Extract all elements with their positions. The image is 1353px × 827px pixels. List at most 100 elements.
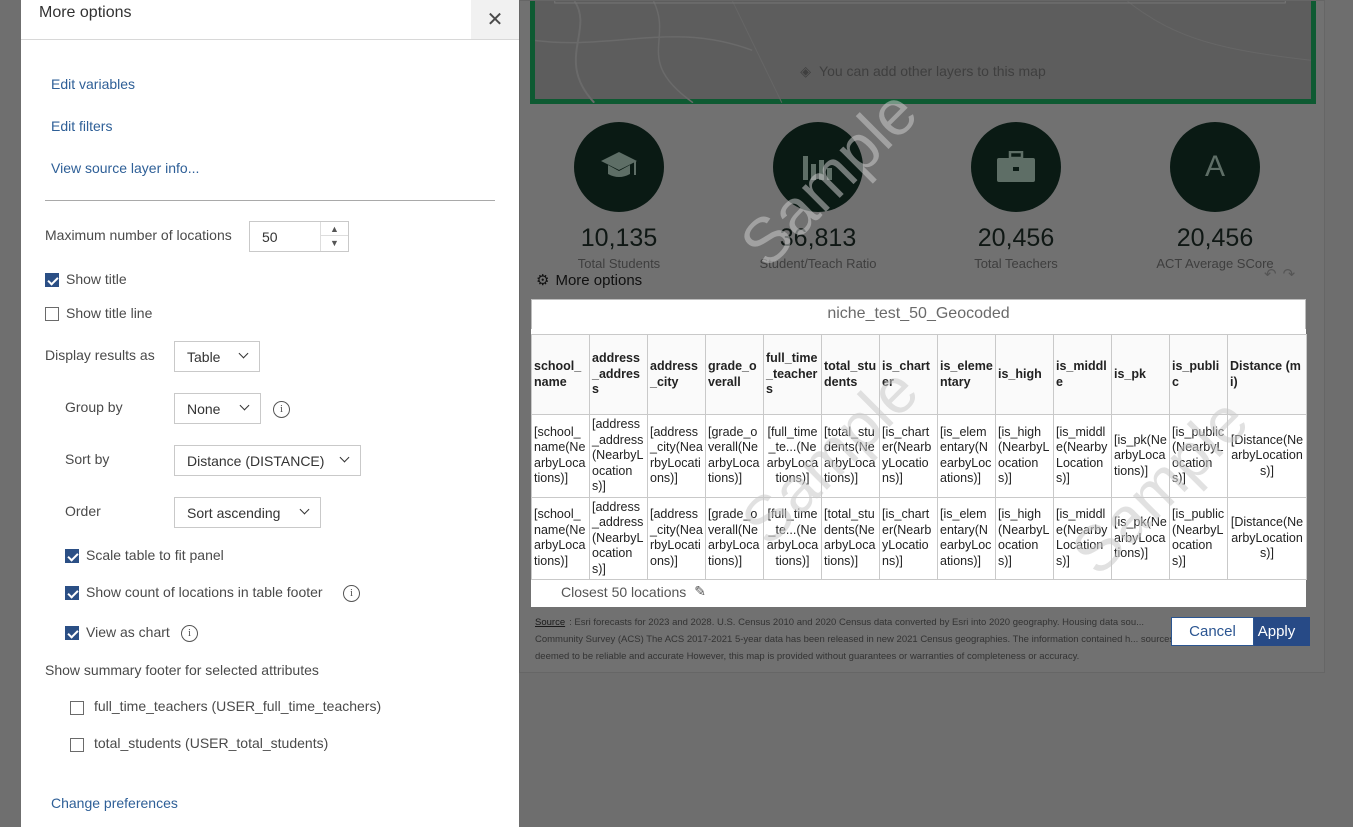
table-header-cell: grade_overall <box>705 334 764 415</box>
max-locations-value: 50 <box>262 229 278 245</box>
stat-label: Student/Teach Ratio <box>759 256 877 271</box>
table-cell: [is_charter(NearbyLocations)] <box>879 414 938 498</box>
show-title-label: Show title <box>66 271 127 287</box>
redo-icon[interactable]: ↷ <box>1283 266 1302 283</box>
summary-attr-checkbox[interactable] <box>70 701 84 715</box>
change-preferences-link[interactable]: Change preferences <box>51 795 178 811</box>
stat-total-teachers: 20,456 Total Teachers <box>941 122 1091 271</box>
show-title-line-label: Show title line <box>66 305 153 321</box>
stat-act-average: A 20,456 ACT Average SCore <box>1140 122 1290 271</box>
source-note: Source: Esri forecasts for 2023 and 2028… <box>535 614 1175 665</box>
stat-student-teach-ratio: 36,813 Student/Teach Ratio <box>743 122 893 271</box>
summary-attr-checkbox[interactable] <box>70 738 84 752</box>
show-title-line-checkbox[interactable] <box>45 307 59 321</box>
table-cell: [is_high(NearbyLocations)] <box>995 414 1054 498</box>
sort-by-select[interactable]: Distance (DISTANCE) <box>174 445 361 476</box>
display-results-value: Table <box>187 348 221 365</box>
table-header-cell: is_high <box>995 334 1054 415</box>
table-header-cell: is_public <box>1169 334 1228 415</box>
chevron-down-icon <box>239 400 250 411</box>
table-cell: [is_high(NearbyLocations)] <box>995 496 1054 580</box>
display-results-select[interactable]: Table <box>174 341 260 372</box>
view-source-link[interactable]: View source layer info... <box>51 160 199 176</box>
table-footer: Closest 50 locations ✎ <box>561 583 706 600</box>
table-row: [school_name(NearbyLocations)] [address_a… <box>531 496 1307 580</box>
footer-count: Closest 50 locations <box>561 583 687 600</box>
table-header-cell: is_elementary <box>937 334 996 415</box>
scale-table-label: Scale table to fit panel <box>86 547 224 563</box>
table-title: niche_test_50_Geocoded <box>531 299 1306 329</box>
gear-icon: ⚙ <box>536 272 550 289</box>
max-locations-input[interactable]: 50 ▲ ▼ <box>249 221 349 252</box>
order-select[interactable]: Sort ascending <box>174 497 321 528</box>
table-cell: [is_middle(NearbyLocations)] <box>1053 414 1112 498</box>
order-value: Sort ascending <box>187 504 281 521</box>
summary-attr-label: total_students (USER_total_students) <box>94 735 329 751</box>
scale-table-checkbox[interactable] <box>65 549 79 563</box>
table-header-cell: total_students <box>821 334 880 415</box>
display-results-label: Display results as <box>45 347 155 363</box>
table-row: [school_name(NearbyLocations)] [address_a… <box>531 414 1307 498</box>
stat-total-students: 10,135 Total Students <box>544 122 694 271</box>
chevron-up-icon[interactable]: ▲ <box>321 222 348 236</box>
data-table: school_name address_address address_city gr… <box>531 334 1307 580</box>
table-cell: [grade_overall(NearbyLocations)] <box>705 496 764 580</box>
edit-variables-link[interactable]: Edit variables <box>51 76 135 92</box>
divider <box>45 200 495 201</box>
show-title-checkbox[interactable] <box>45 273 59 287</box>
chevron-down-icon <box>238 348 249 359</box>
table-header-cell: full_time_teachers <box>763 334 822 415</box>
info-icon[interactable]: i <box>273 401 290 418</box>
layers-icon: ◈ <box>800 63 812 79</box>
info-icon[interactable]: i <box>181 625 198 642</box>
source-text: : Esri forecasts for 2023 and 2028. U.S.… <box>535 617 1175 662</box>
table-header-cell: Distance (mi) <box>1227 334 1307 415</box>
table-header-cell: address_address <box>589 334 648 415</box>
pencil-icon[interactable]: ✎ <box>694 583 706 600</box>
source-link[interactable]: Source <box>535 617 565 628</box>
table-cell: [is_pk(NearbyLocations)] <box>1111 414 1170 498</box>
edit-filters-link[interactable]: Edit filters <box>51 118 112 134</box>
map-area[interactable]: ◈ You can add other layers to this map <box>530 1 1316 104</box>
briefcase-icon <box>971 122 1061 212</box>
group-by-select[interactable]: None <box>174 393 261 424</box>
table-cell: [is_elementary(NearbyLocations)] <box>937 414 996 498</box>
stat-value: 20,456 <box>977 224 1055 252</box>
view-chart-checkbox[interactable] <box>65 626 79 640</box>
map-streets <box>535 1 1311 103</box>
undo-redo: ↶↷ <box>1264 265 1301 283</box>
summary-attr-label: full_time_teachers (USER_full_time_teach… <box>94 698 382 714</box>
order-label: Order <box>65 503 101 519</box>
group-by-label: Group by <box>65 399 123 415</box>
report-card: ◈ You can add other layers to this map 10… <box>519 0 1325 673</box>
stat-value: 10,135 <box>580 224 658 252</box>
table-cell: [address_address(NearbyLocations)] <box>589 414 648 498</box>
letter-a-icon: A <box>1170 122 1260 212</box>
show-count-checkbox[interactable] <box>65 586 79 600</box>
graduation-cap-icon <box>574 122 664 212</box>
number-stepper[interactable]: ▲ ▼ <box>320 222 348 251</box>
report-canvas: ◈ You can add other layers to this map 10… <box>519 0 1353 827</box>
chevron-down-icon <box>299 504 310 515</box>
group-by-value: None <box>187 400 221 417</box>
undo-icon[interactable]: ↶ <box>1264 266 1283 283</box>
summary-footer-label: Show summary footer for selected attribu… <box>45 662 319 678</box>
view-chart-label: View as chart <box>86 624 170 640</box>
table-cell: [is_pk(NearbyLocations)] <box>1111 496 1170 580</box>
panel-title: More options <box>39 4 132 21</box>
chevron-down-icon <box>339 452 350 463</box>
table-cell: [Distance(NearbyLocations)] <box>1227 414 1307 498</box>
close-icon: ✕ <box>486 9 504 31</box>
chevron-down-icon[interactable]: ▼ <box>321 236 348 250</box>
info-icon[interactable]: i <box>343 585 360 602</box>
map-hint: ◈ You can add other layers to this map <box>535 63 1311 80</box>
table-panel: niche_test_50_Geocoded school_name addres… <box>531 299 1307 607</box>
close-button[interactable]: ✕ <box>471 0 519 39</box>
table-cell: [address_city(NearbyLocations)] <box>647 414 706 498</box>
more-options-panel: More options ✕ Edit variables Edit filte… <box>21 0 519 827</box>
more-options-trigger[interactable]: ⚙ More options <box>536 271 642 290</box>
cancel-button[interactable]: Cancel <box>1171 617 1254 646</box>
table-cell: [total_students(NearbyLocations)] <box>821 496 880 580</box>
map-hint-text: You can add other layers to this map <box>819 63 1046 79</box>
table-header-row: school_name address_address address_city gr… <box>531 334 1307 415</box>
